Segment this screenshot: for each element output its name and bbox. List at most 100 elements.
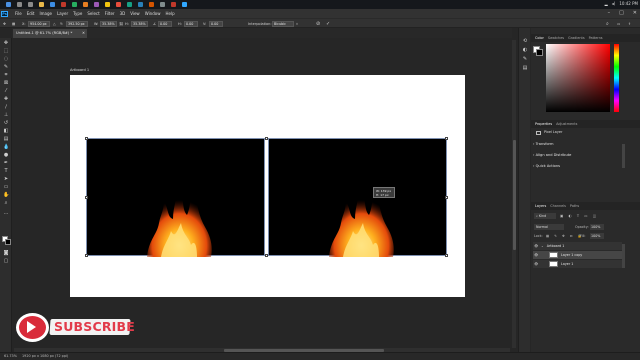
app-icon[interactable] [94, 2, 99, 7]
vskew-field[interactable]: 0.00 [209, 21, 223, 27]
transform-handle[interactable] [85, 137, 88, 140]
interpolation-select[interactable]: Bicubic [272, 21, 294, 27]
frame-tool-icon[interactable]: ⊠ [3, 80, 9, 86]
layer-1-copy-image[interactable] [268, 138, 447, 257]
quick-mask-icon[interactable]: ◙ [3, 250, 9, 256]
section-quick-actions[interactable]: › Quick Actions [533, 163, 628, 169]
section-transform[interactable]: › Transform [533, 141, 628, 147]
h-field[interactable]: 35.38% [131, 21, 148, 27]
layer-filter-icons[interactable]: ▣ ◐ T ▭ ◫ [560, 214, 598, 218]
file-explorer-icon[interactable] [39, 2, 44, 7]
hue-slider[interactable] [614, 44, 619, 112]
x-field[interactable]: 954.00 px [28, 21, 50, 27]
layer-1-image[interactable] [86, 138, 265, 257]
document-tab[interactable]: Untitled-1 @ 61.7% (RGB/8#) * ✕ [13, 29, 87, 38]
type-tool-icon[interactable]: T [3, 168, 9, 174]
menu-layer[interactable]: Layer [57, 11, 68, 16]
menu-3d[interactable]: 3D [120, 11, 126, 16]
commit-transform-icon[interactable]: ✓ [326, 21, 330, 27]
blend-mode-select[interactable]: Normal [534, 224, 564, 230]
network-icon[interactable]: ▂ [605, 1, 608, 6]
app-icon[interactable] [149, 2, 154, 7]
menu-edit[interactable]: Edit [27, 11, 35, 16]
transform-handle[interactable] [85, 196, 88, 199]
app-icon[interactable] [61, 2, 66, 7]
w-field[interactable]: 35.38% [100, 21, 117, 27]
move-tool-icon[interactable]: ✥ [3, 40, 9, 46]
document-info[interactable]: 1920 px x 1080 px (72 ppi) [22, 354, 68, 358]
shape-tool-icon[interactable]: ▭ [3, 184, 9, 190]
history-brush-tool-icon[interactable]: ↺ [3, 120, 9, 126]
dodge-tool-icon[interactable]: ● [3, 152, 9, 158]
y-field[interactable]: 392.50 px [66, 21, 88, 27]
zoom-tool-icon[interactable]: ⌕ [3, 200, 9, 206]
tab-paths[interactable]: Paths [570, 204, 579, 208]
tab-swatches[interactable]: Swatches [548, 36, 564, 40]
crop-tool-icon[interactable]: ⌗ [3, 72, 9, 78]
lasso-tool-icon[interactable]: ◌ [3, 56, 9, 62]
app-icon[interactable] [127, 2, 132, 7]
marquee-tool-icon[interactable]: ⬚ [3, 48, 9, 54]
menu-window[interactable]: Window [145, 11, 161, 16]
quick-select-tool-icon[interactable]: ✎ [3, 64, 9, 70]
layer-row-artboard[interactable]: 👁 ⌄ Artboard 1 [533, 242, 622, 250]
menu-file[interactable]: File [15, 11, 22, 16]
search-icon[interactable] [17, 2, 22, 7]
color-picker-field[interactable] [546, 44, 610, 112]
angle-field[interactable]: 0.00 [158, 21, 172, 27]
adjustments-panel-icon[interactable]: ◐ [522, 47, 528, 53]
section-align[interactable]: › Align and Distribute [533, 152, 628, 158]
hskew-field[interactable]: 0.00 [184, 21, 198, 27]
transform-handle[interactable] [85, 254, 88, 257]
warp-icon[interactable]: ⌗ [296, 21, 298, 27]
opacity-field[interactable]: 100% [590, 224, 604, 230]
libraries-panel-icon[interactable]: ▤ [522, 65, 528, 71]
share-icon[interactable]: ⇪ [628, 21, 631, 27]
search-icon[interactable]: ⌕ [606, 21, 609, 27]
more-tools-icon[interactable]: … [3, 210, 9, 216]
fill-field[interactable]: 100% [590, 233, 604, 239]
properties-scrollbar[interactable] [622, 144, 625, 168]
brush-tool-icon[interactable]: ∕ [3, 104, 9, 110]
screen-mode-icon[interactable]: ▢ [3, 258, 9, 264]
app-icon[interactable] [171, 2, 176, 7]
history-panel-icon[interactable]: ⟲ [522, 38, 528, 44]
browser-icon[interactable] [50, 2, 55, 7]
clock[interactable]: 10:42 PM [619, 1, 638, 6]
reference-point-icon[interactable]: ▦ [12, 21, 15, 27]
start-icon[interactable] [6, 2, 11, 7]
subscribe-button[interactable]: SUBSCRIBE [16, 313, 135, 342]
path-select-tool-icon[interactable]: ➤ [3, 176, 9, 182]
hand-tool-icon[interactable]: ✋ [3, 192, 9, 198]
minimize-button[interactable]: – [608, 10, 611, 16]
tab-properties[interactable]: Properties [535, 122, 552, 126]
app-icon[interactable] [105, 2, 110, 7]
pen-tool-icon[interactable]: ✒ [3, 160, 9, 166]
transform-handle[interactable] [445, 254, 448, 257]
app-icon[interactable] [72, 2, 77, 7]
layer-filter-kind[interactable]: ⌕ Kind [534, 213, 556, 219]
transform-handle[interactable] [265, 137, 268, 140]
menu-help[interactable]: Help [165, 11, 174, 16]
layers-scrollbar[interactable] [622, 244, 625, 268]
workspace-icon[interactable]: ▭ [617, 21, 620, 27]
transform-handle[interactable] [265, 254, 268, 257]
tab-channels[interactable]: Channels [550, 204, 566, 208]
app-icon[interactable] [83, 2, 88, 7]
menu-select[interactable]: Select [87, 11, 99, 16]
volume-icon[interactable]: ◂) [612, 1, 616, 6]
blur-tool-icon[interactable]: 💧 [3, 144, 9, 150]
panel-background-swatch[interactable] [536, 49, 543, 56]
visibility-eye-icon[interactable]: 👁 [534, 244, 538, 248]
zoom-level[interactable]: 61.73% [4, 354, 17, 358]
transform-handle[interactable] [445, 137, 448, 140]
vertical-scrollbar[interactable] [512, 40, 516, 348]
relative-icon[interactable]: △ [53, 21, 56, 27]
healing-brush-tool-icon[interactable]: ✚ [3, 96, 9, 102]
app-icon[interactable] [160, 2, 165, 7]
photoshop-icon[interactable] [182, 2, 187, 7]
cancel-transform-icon[interactable]: ⊘ [316, 21, 320, 27]
visibility-eye-icon[interactable]: 👁 [534, 262, 538, 266]
visibility-eye-icon[interactable]: 👁 [534, 253, 538, 257]
tab-layers[interactable]: Layers [535, 204, 546, 208]
